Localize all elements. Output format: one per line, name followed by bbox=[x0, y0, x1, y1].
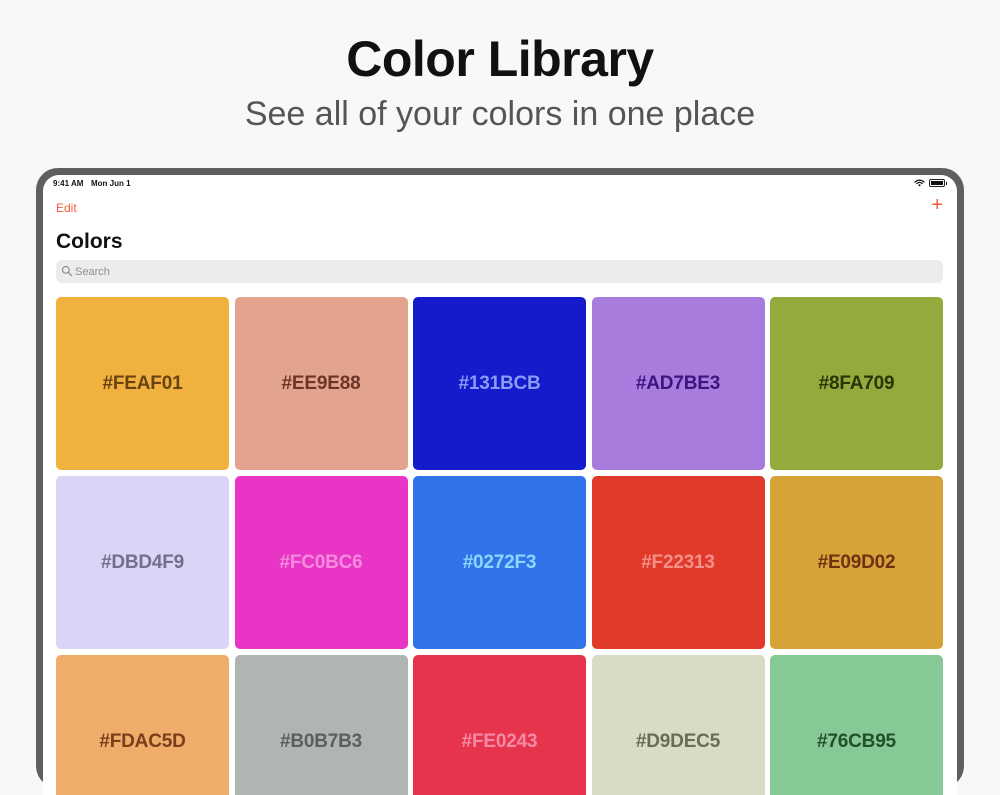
wifi-icon bbox=[914, 179, 925, 187]
color-card[interactable]: #8FA709 bbox=[770, 297, 943, 470]
color-card[interactable]: #D9DEC5 bbox=[591, 655, 765, 795]
hero-subtitle: See all of your colors in one place bbox=[244, 95, 756, 133]
color-hex-label: #E09D02 bbox=[817, 551, 896, 573]
color-hex-label: #0272F3 bbox=[462, 551, 537, 573]
color-card[interactable]: #B0B7B3 bbox=[234, 655, 408, 795]
color-hex-label: #AD7BE3 bbox=[635, 372, 721, 394]
color-hex-label: #FEAF01 bbox=[102, 372, 183, 394]
color-card[interactable]: #AD7BE3 bbox=[591, 297, 765, 470]
status-icons bbox=[914, 179, 947, 187]
color-hex-label: #D9DEC5 bbox=[635, 730, 721, 752]
tablet-frame: 9:41 AM Mon Jun 1 Edit + Colors #FEAF01 #… bbox=[36, 168, 964, 795]
color-hex-label: #F22313 bbox=[641, 551, 715, 573]
color-hex-label: #EE9E88 bbox=[281, 372, 361, 394]
color-hex-label: #131BCB bbox=[458, 372, 541, 394]
status-time: 9:41 AM bbox=[53, 179, 84, 188]
search-icon bbox=[61, 265, 73, 277]
color-card[interactable]: #0272F3 bbox=[413, 476, 586, 649]
color-hex-label: #8FA709 bbox=[818, 372, 895, 394]
color-card[interactable]: #FE0243 bbox=[413, 655, 586, 795]
color-card[interactable]: #FDAC5D bbox=[56, 655, 229, 795]
color-hex-label: #DBD4F9 bbox=[100, 551, 185, 573]
search-bar[interactable] bbox=[56, 260, 943, 283]
color-card[interactable]: #E09D02 bbox=[770, 476, 943, 649]
color-hex-label: #FC0BC6 bbox=[279, 551, 363, 573]
battery-icon bbox=[929, 179, 947, 187]
search-input[interactable] bbox=[75, 260, 935, 283]
color-card[interactable]: #131BCB bbox=[413, 297, 586, 470]
add-color-button[interactable]: + bbox=[931, 195, 943, 215]
color-hex-label: #FDAC5D bbox=[99, 730, 186, 752]
status-date: Mon Jun 1 bbox=[91, 179, 131, 188]
color-card[interactable]: #EE9E88 bbox=[234, 297, 408, 470]
color-hex-label: #B0B7B3 bbox=[279, 730, 363, 752]
app-screen: 9:41 AM Mon Jun 1 Edit + Colors #FEAF01 #… bbox=[43, 175, 957, 795]
color-card[interactable]: #F22313 bbox=[591, 476, 765, 649]
color-card[interactable]: #76CB95 bbox=[770, 655, 943, 795]
color-card[interactable]: #DBD4F9 bbox=[56, 476, 229, 649]
hero-title: Color Library bbox=[346, 31, 654, 87]
edit-button[interactable]: Edit bbox=[56, 201, 77, 215]
page-title: Colors bbox=[56, 230, 123, 253]
color-hex-label: #76CB95 bbox=[817, 730, 896, 752]
color-card[interactable]: #FEAF01 bbox=[56, 297, 229, 470]
status-bar: 9:41 AM Mon Jun 1 bbox=[43, 175, 957, 195]
color-hex-label: #FE0243 bbox=[461, 730, 538, 752]
color-card[interactable]: #FC0BC6 bbox=[234, 476, 408, 649]
